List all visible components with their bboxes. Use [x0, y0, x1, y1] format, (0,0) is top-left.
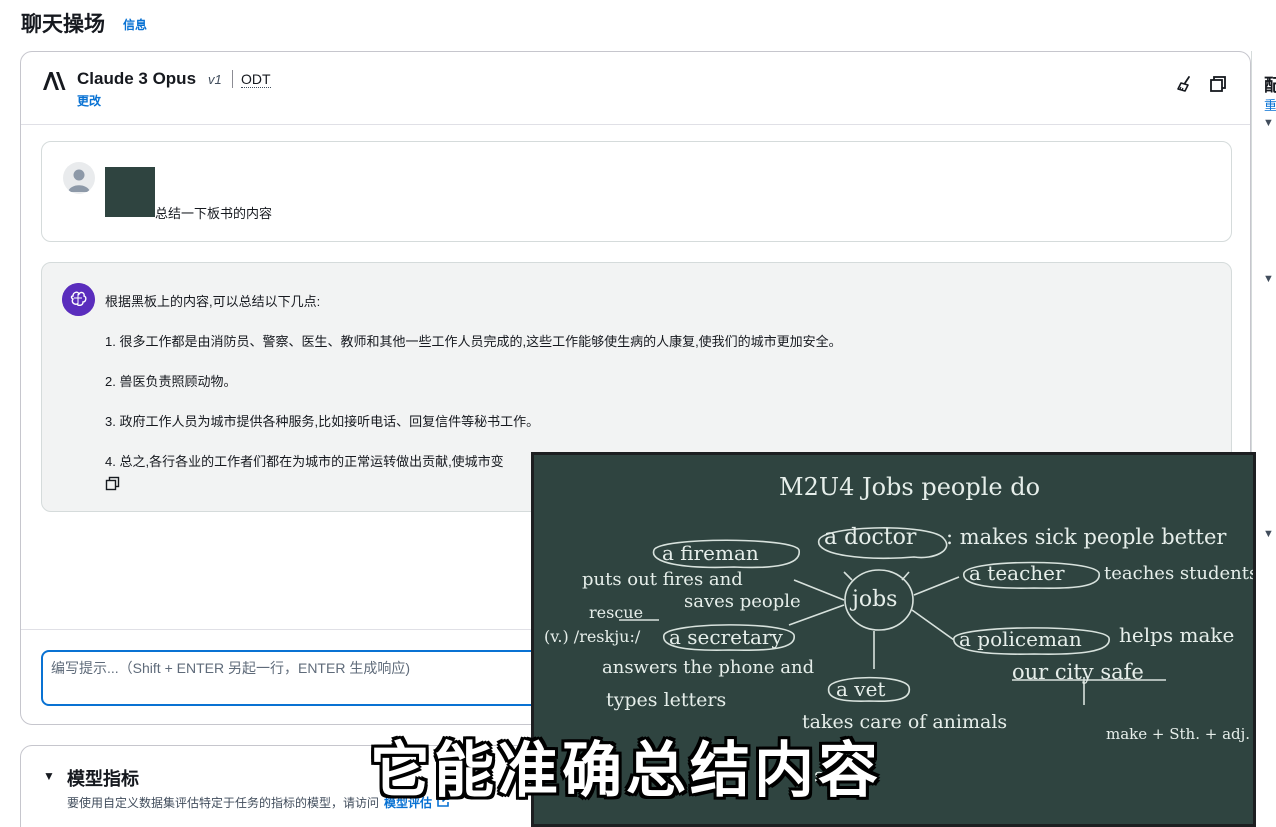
change-model-link[interactable]: 更改: [77, 92, 101, 109]
blackboard-policeman: a policeman: [959, 627, 1082, 651]
blackboard-secretary-desc-2: types letters: [606, 689, 727, 711]
user-silhouette-icon: [68, 169, 90, 192]
blackboard-fireman-desc-1: puts out fires and: [582, 569, 743, 590]
blackboard-phonetic: (v.) /reskju:/: [544, 627, 641, 646]
blackboard-vet: a vet: [836, 677, 886, 701]
user-avatar: [63, 162, 95, 194]
copy-chat-icon[interactable]: [1208, 74, 1228, 94]
clear-chat-broom-icon[interactable]: [1175, 74, 1195, 94]
model-tag[interactable]: ODT: [241, 71, 271, 88]
prompt-input[interactable]: [41, 650, 581, 706]
blackboard-secretary: a secretary: [669, 625, 783, 649]
caret-down-icon[interactable]: ▼: [1263, 528, 1274, 540]
user-message: 总结一下板书的内容: [41, 141, 1232, 242]
copy-response-icon[interactable]: [105, 476, 120, 491]
blackboard-fireman: a fireman: [662, 541, 759, 565]
side-panel-reset-link[interactable]: 重: [1264, 95, 1276, 114]
blackboard-rescue: rescue: [589, 603, 644, 622]
blackboard-doctor: a doctor: [824, 525, 917, 550]
blackboard-secretary-desc-1: answers the phone and: [602, 657, 815, 678]
blackboard-center: jobs: [852, 587, 898, 612]
caret-down-icon[interactable]: ▼: [1263, 273, 1274, 285]
anthropic-logo-icon: [43, 72, 66, 90]
assistant-point: 2. 兽医负责照顾动物。: [105, 374, 237, 389]
page-title: 聊天操场: [21, 13, 105, 36]
assistant-point: 1. 很多工作都是由消防员、警察、医生、教师和其他一些工作人员完成的,这些工作能…: [105, 334, 842, 349]
blackboard-teacher: a teacher: [969, 561, 1065, 585]
user-message-text: 总结一下板书的内容: [155, 206, 273, 221]
playground-page: 聊天操场 信息 Claude 3 Opus v1 ODT 更改 总结一下板书的内…: [0, 0, 1276, 827]
chat-header: Claude 3 Opus v1 ODT 更改: [21, 52, 1250, 125]
info-link[interactable]: 信息: [123, 16, 147, 33]
metrics-description: 要使用自定义数据集评估特定于任务的指标的模型，请访问: [67, 796, 380, 810]
side-panel-title: 配: [1264, 71, 1276, 96]
model-version: v1: [208, 72, 222, 87]
caret-down-icon[interactable]: ▼: [1263, 117, 1274, 129]
assistant-avatar-icon: [62, 283, 95, 316]
blackboard-policeman-desc-2: our city safe: [1012, 660, 1144, 684]
blackboard-doctor-desc: : makes sick people better: [946, 525, 1227, 549]
blackboard-teacher-desc: teaches students: [1104, 563, 1256, 584]
assistant-intro: 根据黑板上的内容,可以总结以下几点:: [105, 294, 321, 309]
model-name: Claude 3 Opus: [77, 69, 197, 88]
assistant-point: 3. 政府工作人员为城市提供各种服务,比如接听电话、回复信件等秘书工作。: [105, 414, 540, 429]
collapse-caret-icon[interactable]: ▼: [43, 769, 55, 783]
header-divider: [232, 70, 233, 88]
video-subtitle: 它能准确总结内容: [370, 736, 882, 806]
blackboard-make-note: make + Sth. + adj.: [1106, 725, 1251, 743]
assistant-point: 4. 总之,各行各业的工作者们都在为城市的正常运转做出贡献,使城市变: [105, 454, 504, 469]
blackboard-fireman-desc-2: saves people: [684, 591, 801, 612]
blackboard-header: M2U4 Jobs people do: [779, 473, 1041, 501]
blackboard-policeman-desc-1: helps make: [1119, 623, 1235, 647]
attached-image-thumbnail[interactable]: [105, 167, 155, 217]
metrics-title[interactable]: 模型指标: [67, 765, 139, 791]
